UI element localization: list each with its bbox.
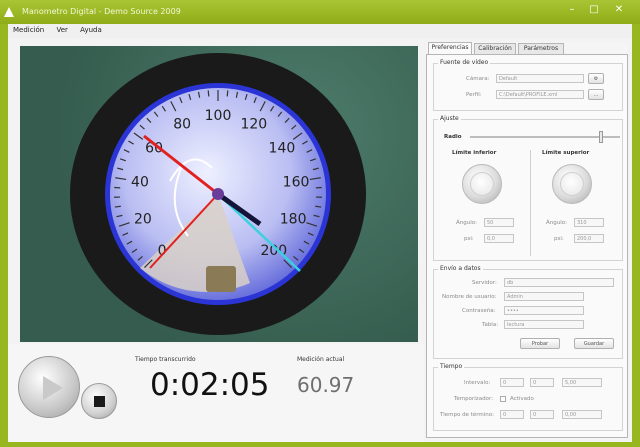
gauge-minor-tick (207, 90, 210, 97)
client-area: 0 20 40 60 80 100 120 140 160 180 200 Tiempo trans… (8, 38, 632, 442)
gauge-tick-label: 20 (134, 211, 152, 227)
video-feed: 0 20 40 60 80 100 120 140 160 180 200 (20, 46, 418, 342)
gauge-tick-label: 160 (283, 175, 310, 191)
tab-preferencias[interactable]: Preferencias (428, 42, 472, 54)
lower-angle-field[interactable]: 50 (484, 218, 514, 227)
title-bar[interactable]: Manometro Digital - Demo Source 2009 – □… (0, 0, 640, 24)
upper-psi-field[interactable]: 200,0 (574, 234, 604, 243)
interval-hours-field[interactable]: 0 (500, 378, 524, 387)
readout-area: Tiempo transcurrido 0:02:05 Medición act… (8, 344, 424, 442)
profile-browse-button[interactable]: … (588, 89, 604, 100)
camera-settings-button[interactable]: ⚙ (588, 73, 604, 84)
gauge-tick-label: 180 (280, 211, 307, 227)
app-icon (4, 7, 14, 17)
stop-time-label: Tiempo de término: (440, 412, 494, 418)
lower-psi-label: psi: (464, 236, 474, 242)
gauge-tick-label: 140 (269, 141, 296, 157)
video-source-group: Fuente de vídeo Cámara: Default ⚙ Perfil… (433, 59, 623, 111)
measure-label: Medición actual (297, 356, 345, 363)
upper-angle-field[interactable]: 310 (574, 218, 604, 227)
play-button[interactable] (18, 356, 80, 418)
user-label: Nombre de usuario: (442, 294, 497, 300)
window-title: Manometro Digital - Demo Source 2009 (22, 7, 181, 16)
gauge-tick-label: 120 (240, 117, 267, 133)
menu-ver[interactable]: Ver (51, 24, 72, 36)
lower-psi-field[interactable]: 0,0 (484, 234, 514, 243)
interval-seconds-field[interactable]: 5,00 (562, 378, 602, 387)
gauge-tick-label: 80 (173, 117, 191, 133)
time-title: Tiempo (438, 363, 465, 370)
app-window: Manometro Digital - Demo Source 2009 – □… (0, 0, 640, 447)
gauge-minor-tick (226, 90, 229, 97)
interval-minutes-field[interactable]: 0 (530, 378, 554, 387)
camera-label: Cámara: (466, 76, 490, 82)
profile-label: Perfil: (466, 92, 482, 98)
elapsed-time: 0:02:05 (150, 367, 270, 403)
lower-knob-center (470, 172, 494, 196)
tab-calibracion[interactable]: Calibración (474, 43, 516, 54)
stop-hours-field[interactable]: 0 (500, 410, 524, 419)
gauge-label-plate (206, 266, 236, 292)
lower-angle-label: Ángulo: (456, 220, 477, 226)
stop-seconds-field[interactable]: 0,00 (562, 410, 602, 419)
radius-slider-thumb[interactable] (599, 131, 603, 143)
timer-label: Temporizador: (454, 396, 493, 402)
limits-separator (530, 150, 531, 256)
play-icon (43, 376, 63, 400)
tab-parametros[interactable]: Parámetros (518, 43, 564, 54)
adjust-title: Ajuste (438, 115, 461, 122)
upper-psi-label: psi: (554, 236, 564, 242)
settings-panel: Preferencias Calibración Parámetros Fuen… (426, 42, 628, 440)
timer-checkbox[interactable] (500, 396, 506, 402)
data-send-group: Envío a datos Servidor: db Nombre de usu… (433, 265, 623, 359)
gauge-pivot (212, 188, 224, 200)
radius-label: Radio (444, 134, 462, 140)
server-label: Servidor: (472, 280, 497, 286)
stop-minutes-field[interactable]: 0 (530, 410, 554, 419)
profile-field[interactable]: C:\Default\PROFILE.xml (496, 90, 584, 99)
interval-label: Intervalo: (464, 380, 491, 386)
server-field[interactable]: db (504, 278, 614, 287)
stop-button[interactable] (81, 383, 117, 419)
upper-limit-knob[interactable] (552, 164, 592, 204)
radius-slider-track[interactable] (470, 136, 620, 138)
gauge-minor-tick (114, 205, 121, 208)
minimize-button[interactable]: – (563, 3, 581, 17)
tab-strip: Preferencias Calibración Parámetros (426, 42, 628, 54)
menu-ayuda[interactable]: Ayuda (75, 24, 107, 36)
user-field[interactable]: Admin (504, 292, 584, 301)
video-source-title: Fuente de vídeo (438, 59, 491, 66)
time-group: Tiempo Intervalo: 0 0 5,00 Temporizador:… (433, 363, 623, 431)
lower-limit-knob[interactable] (462, 164, 502, 204)
table-label: Tabla: (482, 322, 499, 328)
upper-angle-label: Ángulo: (546, 220, 567, 226)
upper-limit-title: Límite superior (542, 150, 590, 156)
camera-select[interactable]: Default (496, 74, 584, 83)
gauge-tick-label: 100 (205, 108, 232, 124)
maximize-button[interactable]: □ (585, 3, 603, 17)
upper-knob-center (560, 172, 584, 196)
menu-bar: Medición Ver Ayuda (8, 24, 632, 38)
close-button[interactable]: ✕ (610, 3, 628, 17)
gauge-minor-tick (315, 205, 322, 208)
save-connection-button[interactable]: Guardar (574, 338, 614, 349)
data-send-title: Envío a datos (438, 265, 483, 272)
timer-checkbox-label: Activado (510, 396, 534, 402)
menu-medicion[interactable]: Medición (8, 24, 49, 36)
gauge-tick-label: 40 (131, 175, 149, 191)
test-connection-button[interactable]: Probar (520, 338, 560, 349)
lower-limit-title: Límite inferior (452, 150, 497, 156)
password-label: Contraseña: (462, 308, 496, 314)
stop-icon (94, 396, 105, 407)
tab-content: Fuente de vídeo Cámara: Default ⚙ Perfil… (426, 54, 628, 438)
table-field[interactable]: lectura (504, 320, 584, 329)
elapsed-label: Tiempo transcurrido (135, 356, 196, 363)
gauge-image: 020406080100120140160180200 (70, 53, 366, 335)
password-field[interactable]: •••• (504, 306, 584, 315)
adjust-group: Ajuste Radio Límite inferior Límite supe… (433, 115, 623, 261)
measure-value: 60.97 (297, 373, 355, 397)
